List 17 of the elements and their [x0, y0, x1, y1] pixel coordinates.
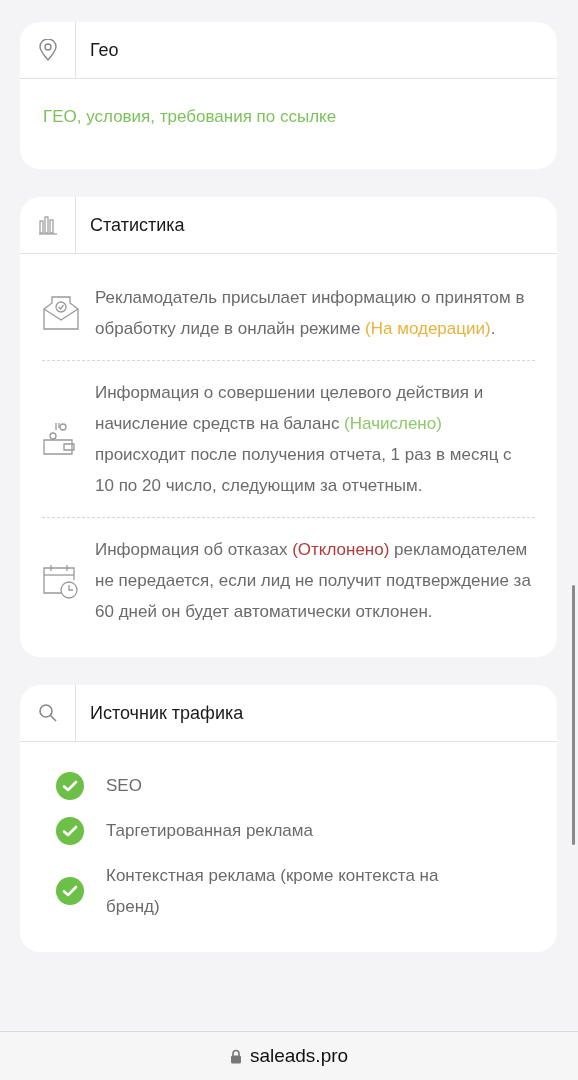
card-title: Статистика [89, 214, 185, 236]
lock-icon [229, 1048, 242, 1064]
location-pin-icon [37, 39, 58, 61]
card-title: Гео [89, 39, 119, 61]
bar-chart-icon [37, 215, 58, 235]
traffic-source-label: SEO [106, 775, 142, 797]
traffic-source-label: Контекстная реклама (кроме контекста на бренд) [106, 865, 440, 918]
card-title: Источник трафика [89, 702, 244, 724]
statistics-description: Информация об отказах (Отклонено) рекламодателем не передается, если лид не получит подтверждение за 60 дней он будет автоматически отклонен. [95, 539, 532, 623]
statistics-description: Информация о совершении целевого действия и начисление средств на баланс (Начислено) происходит после получения отчета, 1 раз в месяц с 10 по 20 число, следующим за отчетным. [95, 382, 513, 497]
scrollbar[interactable] [572, 585, 575, 845]
statistics-description: Рекламодатель присылает информацию о принятом в обработку лиде в онлайн режиме (На модерации). [95, 287, 526, 340]
search-icon [37, 703, 58, 723]
traffic-source-label: Таргетированная реклама [106, 820, 313, 842]
wallet-coins-icon [42, 420, 76, 458]
envelope-check-icon [42, 294, 80, 332]
url-text: saleads.pro [249, 1045, 349, 1067]
